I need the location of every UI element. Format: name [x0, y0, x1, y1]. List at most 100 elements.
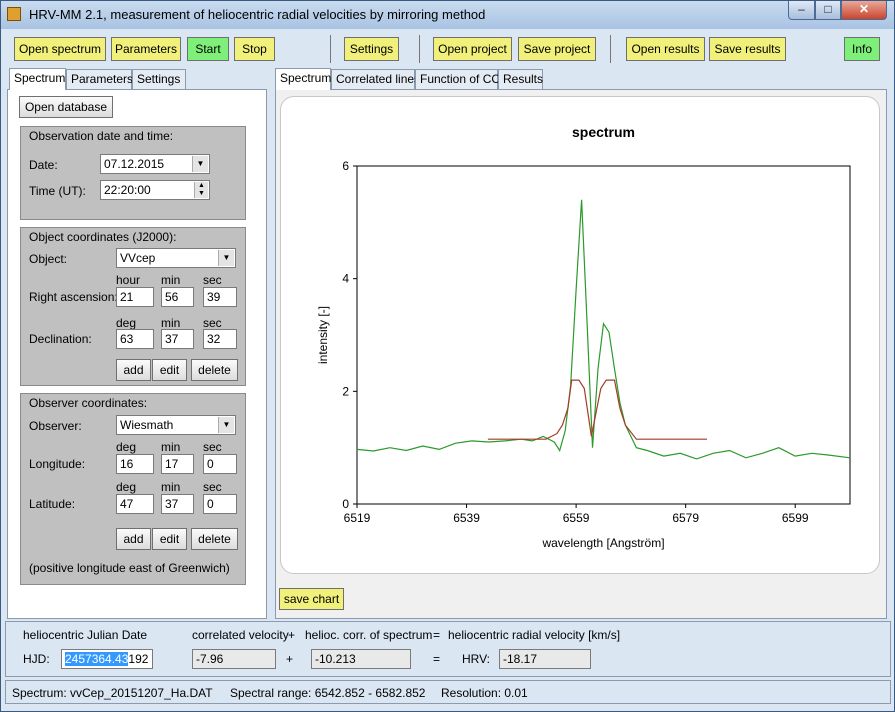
ra-header-min: min	[161, 273, 181, 287]
tab-spectrum-chart[interactable]: Spectrum	[275, 68, 331, 90]
spectrum-chart: spectrum 0 2 4 6 6519 6539 6559 6579 6599 waveleng…	[316, 124, 851, 550]
hjd-selected-text: 2457364.43	[65, 652, 129, 666]
x-tick-label: 6539	[453, 511, 480, 525]
hjd-header: heliocentric Julian Date	[23, 628, 148, 642]
open-project-button[interactable]: Open project	[433, 37, 512, 61]
tab-correlated-lines[interactable]: Correlated lines	[331, 69, 420, 89]
open-spectrum-button[interactable]: Open spectrum	[14, 37, 106, 61]
tab-function-of-cc[interactable]: Function of CC	[415, 69, 500, 89]
right-tabstrip: Spectrum Correlated lines Function of CC…	[275, 68, 887, 90]
equals-sign: =	[433, 628, 441, 642]
object-select[interactable]: VVcep ▼	[116, 248, 236, 268]
lat-header-min: min	[161, 480, 181, 494]
observer-add-button[interactable]: add	[116, 528, 151, 550]
time-stepper[interactable]: 22:20:00 ▲ ▼	[100, 180, 210, 200]
date-label: Date:	[29, 158, 58, 172]
dec-min-field[interactable]: 37	[161, 329, 194, 349]
object-legend: Object coordinates (J2000):	[29, 230, 177, 244]
app-icon	[7, 7, 21, 21]
window-title: HRV-MM 2.1, measurement of heliocentric …	[29, 7, 486, 22]
spectrum-tab-panel: Open database Observation date and time:…	[7, 89, 267, 619]
hrv-field[interactable]: -18.17	[499, 649, 591, 669]
close-button[interactable]: ✕	[841, 1, 887, 20]
save-chart-button[interactable]: save chart	[279, 588, 344, 610]
hrv-label: HRV:	[462, 652, 491, 666]
ra-header-hour: hour	[116, 273, 141, 287]
lat-sec-field[interactable]: 0	[203, 494, 237, 514]
spin-arrows-icon[interactable]: ▲ ▼	[194, 182, 208, 198]
open-results-button[interactable]: Open results	[626, 37, 705, 61]
lon-deg-field[interactable]: 16	[116, 454, 154, 474]
chart-area: spectrum 0 2 4 6 6519 6539 6559 6579 6599 waveleng…	[280, 96, 880, 574]
x-tick-label: 6599	[782, 511, 809, 525]
object-edit-button[interactable]: edit	[152, 359, 187, 381]
dec-sec-field[interactable]: 32	[203, 329, 237, 349]
stop-button[interactable]: Stop	[234, 37, 275, 61]
x-axis-label: wavelength [Angström]	[541, 536, 664, 550]
hjd-remaining-text: 192	[128, 652, 149, 666]
observer-select[interactable]: Wiesmath ▼	[116, 415, 236, 435]
tab-settings[interactable]: Settings	[132, 69, 186, 89]
x-tick-label: 6559	[563, 511, 590, 525]
save-results-button[interactable]: Save results	[709, 37, 786, 61]
toolbar-separator	[419, 35, 420, 63]
helio-correction-header: helioc. corr. of spectrum	[305, 628, 433, 642]
lon-min-field[interactable]: 17	[161, 454, 194, 474]
chart-tab-panel: spectrum 0 2 4 6 6519 6539 6559 6579 6599 waveleng…	[275, 89, 887, 619]
tab-spectrum[interactable]: Spectrum	[9, 68, 66, 90]
toolbar: Open spectrum Parameters Start Stop Sett…	[5, 29, 891, 67]
lon-sec-field[interactable]: 0	[203, 454, 237, 474]
observer-edit-button[interactable]: edit	[152, 528, 187, 550]
x-tick-label: 6579	[672, 511, 699, 525]
observer-group: Observer coordinates: Observer: Wiesmath…	[20, 393, 246, 585]
info-button[interactable]: Info	[844, 37, 880, 61]
title-bar[interactable]: HRV-MM 2.1, measurement of heliocentric …	[1, 1, 894, 29]
chevron-down-icon[interactable]: ▼	[192, 156, 208, 172]
save-project-button[interactable]: Save project	[518, 37, 596, 61]
chevron-down-icon[interactable]: ▼	[218, 250, 234, 266]
lat-deg-field[interactable]: 47	[116, 494, 154, 514]
dec-header-sec: sec	[203, 316, 222, 330]
status-bar: Spectrum: vvCep_20151207_Ha.DAT Spectral…	[5, 680, 891, 704]
observer-delete-button[interactable]: delete	[191, 528, 238, 550]
hjd-field[interactable]: 2457364.43192	[61, 649, 153, 669]
longitude-note: (positive longitude east of Greenwich)	[29, 561, 230, 575]
minimize-button[interactable]: –	[788, 1, 815, 20]
object-add-button[interactable]: add	[116, 359, 151, 381]
open-database-button[interactable]: Open database	[19, 96, 113, 118]
y-axis-label: intensity [-]	[316, 306, 330, 364]
ra-min-field[interactable]: 56	[161, 287, 194, 307]
settings-button[interactable]: Settings	[344, 37, 399, 61]
y-tick-label: 6	[342, 159, 349, 173]
toolbar-separator	[610, 35, 611, 63]
date-picker[interactable]: 07.12.2015 ▼	[100, 154, 210, 174]
plus-sign: +	[286, 652, 294, 666]
maximize-button[interactable]: □	[815, 1, 841, 20]
parameters-button[interactable]: Parameters	[111, 37, 181, 61]
y-tick-label: 0	[342, 497, 349, 511]
latitude-label: Latitude:	[29, 497, 76, 511]
lat-min-field[interactable]: 37	[161, 494, 194, 514]
mirrored-series-line	[487, 379, 707, 440]
tab-results[interactable]: Results	[498, 69, 543, 89]
observer-legend: Observer coordinates:	[29, 396, 148, 410]
dec-header-min: min	[161, 316, 181, 330]
chevron-down-icon[interactable]: ▼	[218, 417, 234, 433]
lon-header-sec: sec	[203, 440, 222, 454]
status-spectral-range: Spectral range: 6542.852 - 6582.852	[230, 686, 426, 700]
lat-header-deg: deg	[116, 480, 137, 494]
ra-sec-field[interactable]: 39	[203, 287, 237, 307]
ra-hour-field[interactable]: 21	[116, 287, 154, 307]
spectrum-series-line	[356, 199, 851, 460]
helio-correction-field[interactable]: -10.213	[311, 649, 411, 669]
tab-parameters[interactable]: Parameters	[66, 69, 133, 89]
object-delete-button[interactable]: delete	[191, 359, 238, 381]
start-button[interactable]: Start	[187, 37, 229, 61]
dec-deg-field[interactable]: 63	[116, 329, 154, 349]
results-panel: heliocentric Julian Date correlated velo…	[5, 621, 891, 677]
dec-label: Declination:	[29, 332, 92, 346]
date-value: 07.12.2015	[104, 157, 165, 171]
correlated-velocity-field[interactable]: -7.96	[192, 649, 276, 669]
observer-value: Wiesmath	[120, 418, 174, 432]
correlated-velocity-header: correlated velocity	[192, 628, 289, 642]
